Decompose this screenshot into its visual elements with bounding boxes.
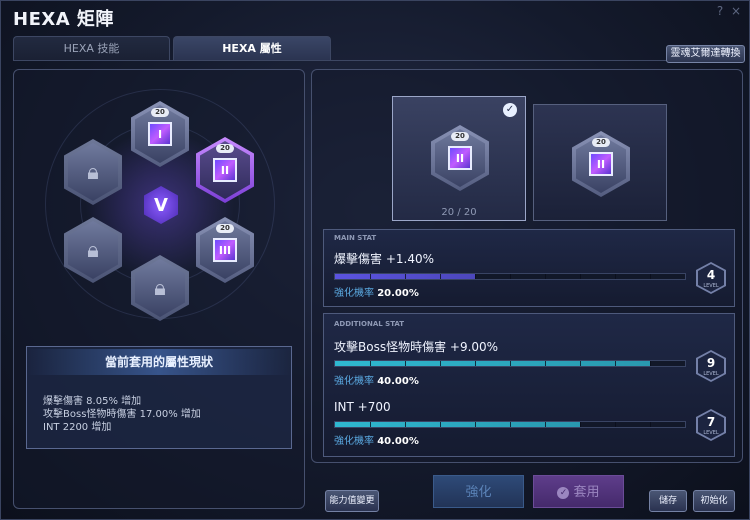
bar-segment-divider: [615, 274, 616, 279]
additional-stat-box: ADDITIONAL STAT 攻擊Boss怪物時傷害 +9.00% 強化機率 …: [323, 313, 735, 457]
main-stat-box: MAIN STAT 爆擊傷害 +1.40% 強化機率 20.00% 4 LEVEL: [323, 229, 735, 307]
bar-segment-divider: [510, 422, 511, 427]
card-level-badge: 20: [451, 132, 469, 141]
additional-stat-progress-bar: [334, 360, 686, 367]
node-level-badge: 20: [151, 108, 169, 117]
bar-segment-divider: [440, 274, 441, 279]
additional-stat-level-badge: 7 LEVEL: [696, 409, 726, 441]
lock-icon: 🔒︎: [154, 275, 166, 301]
enhance-button[interactable]: 強化: [433, 475, 524, 508]
stat-core-card-selected[interactable]: ✓ II 20 20 / 20: [392, 96, 526, 221]
card-level-badge: 20: [592, 138, 610, 147]
stat-gem-icon: II: [589, 152, 613, 176]
bar-segment-divider: [510, 274, 511, 279]
check-circle-icon: ✓: [557, 486, 570, 499]
additional-stat-name: INT +700: [334, 400, 391, 414]
reset-button[interactable]: 初始化: [693, 490, 735, 512]
additional-stat-probability: 強化機率 40.00%: [334, 436, 419, 447]
bar-segment-divider: [545, 422, 546, 427]
stat-core-card[interactable]: II 20: [533, 104, 667, 221]
tab-hexa-stat[interactable]: HEXA 屬性: [173, 36, 331, 61]
summary-line: INT 2200 增加: [43, 422, 112, 433]
main-stat-level-badge: 4 LEVEL: [696, 262, 726, 294]
bar-segment-divider: [440, 422, 441, 427]
bar-segment-divider: [545, 274, 546, 279]
lock-icon: 🔒︎: [87, 159, 99, 185]
bar-segment-divider: [650, 274, 651, 279]
bar-segment-divider: [370, 274, 371, 279]
main-stat-progress-bar: [334, 273, 686, 280]
additional-stat-progress-bar: [334, 421, 686, 428]
bar-segment-divider: [405, 422, 406, 427]
bar-segment-divider: [370, 361, 371, 366]
sol-erda-convert-button[interactable]: 靈魂艾爾達轉換: [666, 45, 745, 63]
node-level-badge: 20: [216, 224, 234, 233]
bar-segment-divider: [650, 361, 651, 366]
bar-segment-divider: [650, 422, 651, 427]
tab-hexa-skill[interactable]: HEXA 技能: [13, 36, 170, 61]
main-stat-header: MAIN STAT: [334, 234, 377, 242]
bar-segment-divider: [580, 422, 581, 427]
window-title: HEXA 矩陣: [13, 9, 114, 30]
checkmark-icon: ✓: [503, 103, 517, 117]
close-button[interactable]: ×: [729, 3, 743, 19]
additional-stat-name: 攻擊Boss怪物時傷害 +9.00%: [334, 340, 499, 354]
bar-segment-divider: [475, 274, 476, 279]
stat-gem-icon: II: [213, 158, 237, 182]
bar-segment-divider: [405, 361, 406, 366]
additional-stat-progress-fill: [335, 422, 580, 427]
stat-gem-icon: I: [148, 122, 172, 146]
save-button[interactable]: 儲存: [649, 490, 687, 512]
bar-segment-divider: [545, 361, 546, 366]
summary-line: 爆擊傷害 8.05% 增加: [43, 396, 142, 407]
bar-segment-divider: [580, 274, 581, 279]
ability-change-button[interactable]: 能力值變更: [325, 490, 379, 512]
bar-segment-divider: [615, 361, 616, 366]
additional-stat-level-badge: 9 LEVEL: [696, 350, 726, 382]
main-stat-probability: 強化機率 20.00%: [334, 288, 419, 299]
stat-gem-icon: III: [213, 238, 237, 262]
additional-stat-probability: 強化機率 40.00%: [334, 376, 419, 387]
bar-segment-divider: [405, 274, 406, 279]
bar-segment-divider: [440, 361, 441, 366]
lock-icon: 🔒︎: [87, 237, 99, 263]
bar-segment-divider: [510, 361, 511, 366]
bar-segment-divider: [580, 361, 581, 366]
summary-header: 當前套用的屬性現狀: [27, 349, 291, 375]
apply-button[interactable]: ✓ 套用: [533, 475, 624, 508]
bar-segment-divider: [475, 361, 476, 366]
current-stat-summary: 當前套用的屬性現狀 爆擊傷害 8.05% 增加 攻擊Boss怪物時傷害 17.0…: [26, 346, 292, 449]
bar-segment-divider: [475, 422, 476, 427]
help-button[interactable]: ?: [713, 3, 727, 19]
node-level-badge: 20: [216, 144, 234, 153]
additional-stat-header: ADDITIONAL STAT: [334, 320, 405, 328]
hexa-board: I 20 II 20 III 20 🔒︎ 🔒︎ 🔒︎ V: [15, 79, 305, 339]
stat-gem-icon: II: [448, 146, 472, 170]
hexa-matrix-window: HEXA 矩陣 ? × HEXA 技能 HEXA 屬性 靈魂艾爾達轉換 I 20…: [0, 0, 750, 520]
main-stat-name: 爆擊傷害 +1.40%: [334, 252, 434, 266]
additional-stat-progress-fill: [335, 361, 650, 366]
bar-segment-divider: [370, 422, 371, 427]
tab-divider: [13, 60, 743, 61]
summary-line: 攻擊Boss怪物時傷害 17.00% 增加: [43, 409, 201, 420]
bar-segment-divider: [615, 422, 616, 427]
core-count: 20 / 20: [441, 207, 477, 218]
